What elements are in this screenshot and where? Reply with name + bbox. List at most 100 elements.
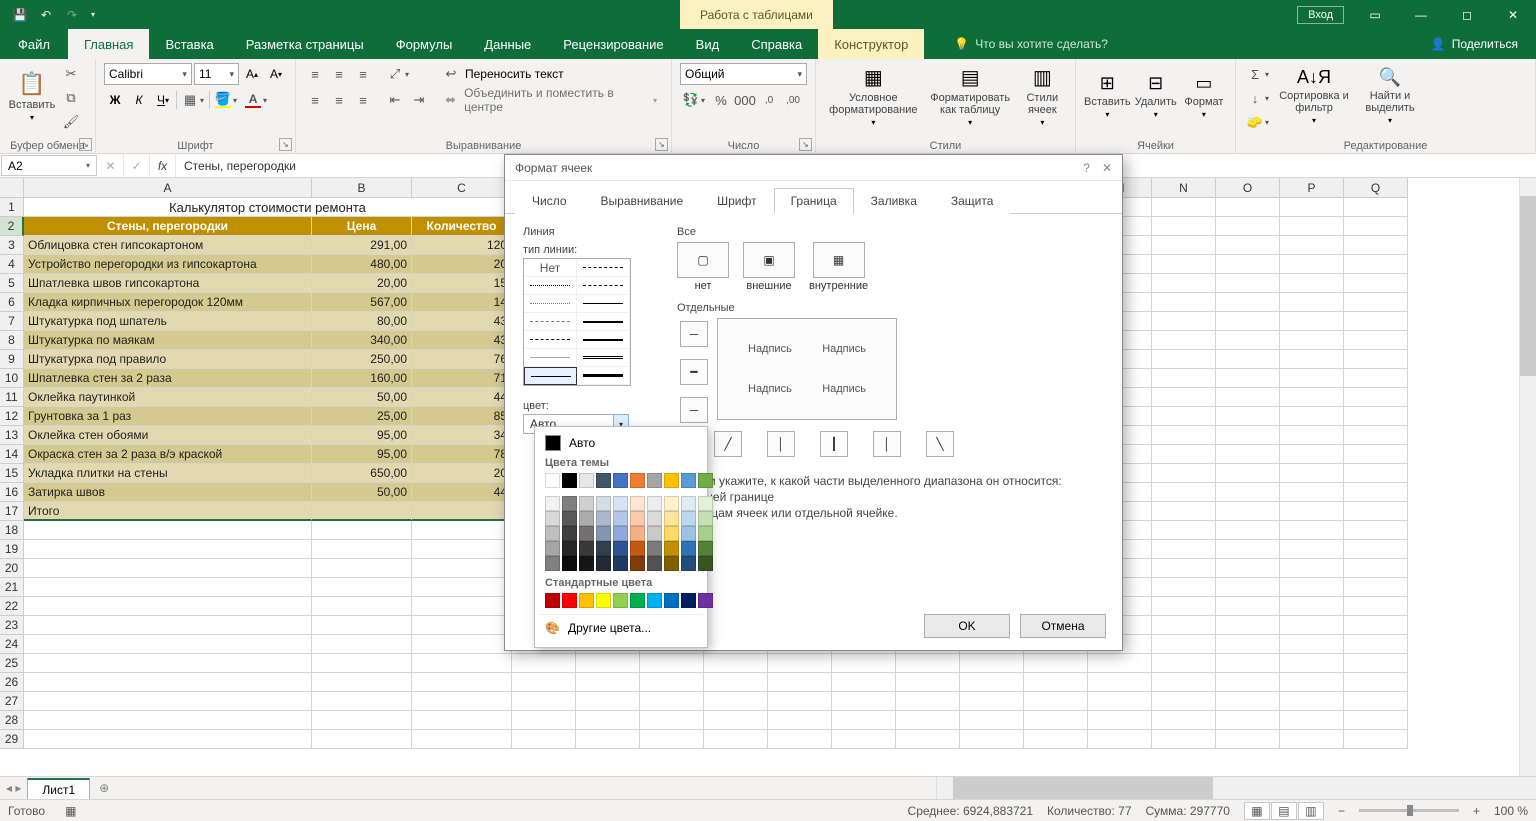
cell[interactable] (312, 540, 412, 559)
color-swatch[interactable] (562, 556, 577, 571)
cell[interactable] (412, 635, 512, 654)
color-swatch[interactable] (545, 541, 560, 556)
cell[interactable] (512, 654, 576, 673)
cell[interactable]: 340,00 (312, 331, 412, 350)
color-swatch[interactable] (545, 526, 560, 541)
cell[interactable] (1280, 635, 1344, 654)
row-header[interactable]: 20 (0, 559, 24, 578)
cell[interactable] (640, 673, 704, 692)
row-header[interactable]: 1 (0, 198, 24, 217)
color-swatch[interactable] (596, 496, 611, 511)
minimize-icon[interactable]: — (1398, 0, 1444, 29)
decrease-font-button[interactable]: A▾ (265, 63, 287, 85)
cell[interactable] (960, 711, 1024, 730)
color-swatch[interactable] (613, 526, 628, 541)
ribbon-options-icon[interactable]: ▭ (1352, 0, 1398, 29)
cell[interactable] (1216, 711, 1280, 730)
cell[interactable] (1152, 578, 1216, 597)
row-header[interactable]: 16 (0, 483, 24, 502)
cell[interactable] (1216, 388, 1280, 407)
zoom-out-button[interactable]: − (1338, 804, 1345, 818)
align-top-button[interactable]: ≡ (304, 63, 326, 85)
cell[interactable] (1344, 654, 1408, 673)
sort-filter-button[interactable]: A↓Я Сортировка и фильтр▾ (1276, 63, 1352, 129)
decrease-decimal-button[interactable]: ,00 (782, 89, 804, 111)
cell[interactable] (1216, 293, 1280, 312)
align-bottom-button[interactable]: ≡ (352, 63, 374, 85)
cell[interactable] (1344, 711, 1408, 730)
cell[interactable] (412, 692, 512, 711)
preset-inside-button[interactable]: ▦ (813, 242, 865, 278)
cell[interactable] (312, 654, 412, 673)
fill-color-button[interactable]: 🪣 (212, 89, 240, 111)
color-swatch[interactable] (545, 593, 560, 608)
dialog-tab-font[interactable]: Шрифт (700, 188, 773, 214)
color-swatch[interactable] (681, 556, 696, 571)
color-swatch[interactable] (664, 556, 679, 571)
cell[interactable] (1344, 350, 1408, 369)
color-swatch[interactable] (562, 541, 577, 556)
sign-in-button[interactable]: Вход (1297, 6, 1344, 24)
row-header[interactable]: 13 (0, 426, 24, 445)
cell[interactable] (1216, 559, 1280, 578)
cell[interactable] (1280, 388, 1344, 407)
page-layout-view-button[interactable]: ▤ (1271, 802, 1297, 820)
color-swatch[interactable] (596, 593, 611, 608)
cell[interactable] (1152, 521, 1216, 540)
border-vertical-button[interactable]: ┃ (820, 431, 848, 457)
cell[interactable] (960, 730, 1024, 749)
cell[interactable] (512, 730, 576, 749)
color-swatch[interactable] (630, 496, 645, 511)
color-swatch[interactable] (596, 556, 611, 571)
cell[interactable] (1152, 654, 1216, 673)
row-header[interactable]: 24 (0, 635, 24, 654)
color-swatch[interactable] (579, 541, 594, 556)
format-painter-button[interactable]: 🖌 (60, 111, 82, 133)
row-header[interactable]: 26 (0, 673, 24, 692)
color-swatch[interactable] (698, 496, 713, 511)
paste-button[interactable]: 📋 Вставить ▾ (8, 63, 56, 129)
cell[interactable] (24, 540, 312, 559)
cell[interactable] (1216, 274, 1280, 293)
zoom-slider[interactable] (1359, 809, 1459, 812)
cell[interactable] (1216, 426, 1280, 445)
color-swatch[interactable] (647, 511, 662, 526)
cell[interactable] (768, 654, 832, 673)
undo-icon[interactable]: ↶ (34, 4, 58, 26)
horizontal-scrollbar[interactable] (936, 777, 1536, 799)
cell[interactable] (412, 730, 512, 749)
border-left-button[interactable]: │ (767, 431, 795, 457)
cell[interactable]: 50,00 (312, 388, 412, 407)
cell[interactable] (312, 616, 412, 635)
row-header[interactable]: 17 (0, 502, 24, 521)
tab-home[interactable]: Главная (68, 29, 149, 59)
row-header[interactable]: 8 (0, 331, 24, 350)
cell[interactable] (1280, 540, 1344, 559)
cell-styles-button[interactable]: ▥ Стили ячеек▾ (1018, 63, 1067, 129)
select-all-corner[interactable] (0, 178, 24, 198)
line-style-opt[interactable] (524, 349, 577, 367)
cell[interactable]: Оклейка стен обоями (24, 426, 312, 445)
color-swatch[interactable] (664, 496, 679, 511)
cell[interactable]: 120 (412, 236, 512, 255)
color-swatch[interactable] (681, 511, 696, 526)
cell[interactable] (1344, 445, 1408, 464)
color-swatch[interactable] (562, 511, 577, 526)
cell[interactable] (1216, 350, 1280, 369)
tab-table-design[interactable]: Конструктор (818, 29, 924, 59)
cell[interactable] (312, 521, 412, 540)
row-header[interactable]: 23 (0, 616, 24, 635)
color-swatch[interactable] (664, 473, 679, 488)
cell[interactable] (312, 730, 412, 749)
cell[interactable] (412, 502, 512, 521)
cell[interactable] (1280, 255, 1344, 274)
redo-icon[interactable]: ↷ (60, 4, 84, 26)
cell[interactable] (24, 578, 312, 597)
cell[interactable] (1216, 483, 1280, 502)
increase-font-button[interactable]: A▴ (241, 63, 263, 85)
row-header[interactable]: 14 (0, 445, 24, 464)
color-swatch[interactable] (579, 496, 594, 511)
cell[interactable] (1152, 293, 1216, 312)
autosum-button[interactable]: Σ (1244, 63, 1272, 85)
color-swatch[interactable] (630, 526, 645, 541)
